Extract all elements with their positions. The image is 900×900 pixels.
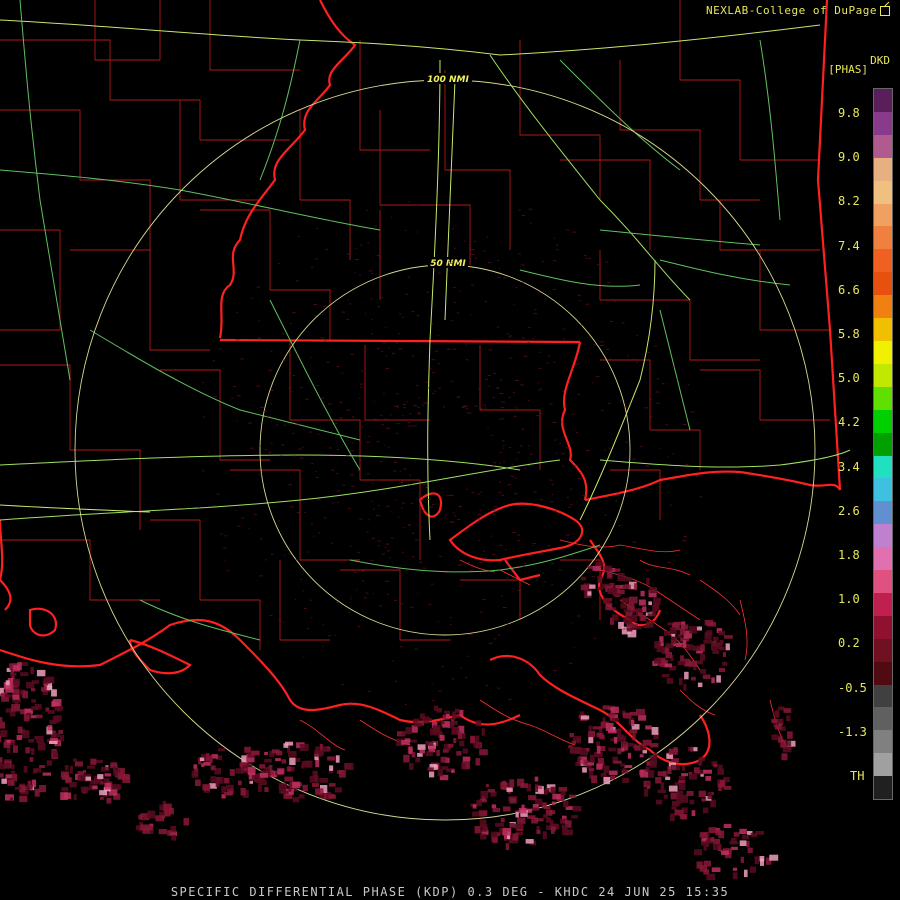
color-scale-segment: [874, 134, 892, 158]
color-scale-segment: [874, 111, 892, 135]
color-scale-segment: [874, 226, 892, 250]
color-scale-label: -1.3: [838, 724, 867, 739]
color-scale-segment: [874, 547, 892, 571]
color-scale-segment: [874, 501, 892, 525]
color-scale-segment: [874, 570, 892, 593]
color-scale-label: 5.8: [838, 327, 860, 341]
color-scale-segment: [874, 478, 892, 502]
range-ring-50-label: 50 NMI: [430, 259, 466, 269]
color-scale-segment: [874, 295, 892, 319]
color-scale-segment: [874, 89, 892, 112]
color-scale-segment: [874, 180, 892, 204]
color-scale-segment: [874, 684, 892, 708]
color-scale-segment: [874, 272, 892, 296]
color-scale-segment: [874, 340, 892, 364]
color-scale-segment: [874, 203, 892, 227]
color-scale-segment: [874, 661, 892, 685]
color-scale-labels: 9.8 9.0 8.2 7.4 6.6 5.8 5.0 4.2 3.4 2.6 1.8 1.0 0.2 -…: [838, 0, 874, 900]
color-scale-segment: [874, 318, 892, 341]
color-scale-label: 6.6: [838, 282, 860, 297]
color-scale-segment: [874, 730, 892, 754]
color-scale-label: 1.0: [838, 592, 860, 607]
color-scale-segment: [874, 707, 892, 731]
color-scale-segment: [874, 363, 892, 387]
color-scale-segment: [874, 615, 892, 639]
color-scale-segment: [874, 455, 892, 479]
color-scale-label: 1.8: [838, 548, 860, 562]
external-link-icon[interactable]: [880, 6, 890, 16]
color-scale-label: 5.0: [838, 371, 860, 386]
color-scale-label: -0.5: [838, 680, 867, 695]
color-scale-segment: [874, 249, 892, 273]
range-ring-100-label: 100 NMI: [427, 75, 469, 85]
radar-map[interactable]: 50 NMI 100 NMI: [0, 0, 900, 900]
color-scale-bar: [873, 88, 893, 800]
color-scale-segment: [874, 524, 892, 548]
color-scale-segment: [874, 592, 892, 616]
color-scale-segment: [874, 409, 892, 433]
color-scale-label: 9.8: [838, 106, 860, 120]
color-scale-label: 0.2: [838, 636, 860, 651]
color-scale-label: 4.2: [838, 415, 860, 430]
color-scale-segment: [874, 638, 892, 662]
color-scale-label: 9.0: [838, 150, 860, 165]
color-scale-segment: [874, 432, 892, 456]
color-scale-label: 8.2: [838, 194, 860, 209]
color-scale-segment: [874, 157, 892, 181]
color-scale-label: TH: [850, 769, 865, 783]
color-scale-label: 3.4: [838, 459, 860, 474]
color-scale-segment: [874, 386, 892, 410]
product-caption: SPECIFIC DIFFERENTIAL PHASE (KDP) 0.3 DE…: [170, 885, 730, 899]
color-scale-label: 2.6: [838, 503, 860, 518]
color-scale-label: 7.4: [838, 238, 860, 253]
